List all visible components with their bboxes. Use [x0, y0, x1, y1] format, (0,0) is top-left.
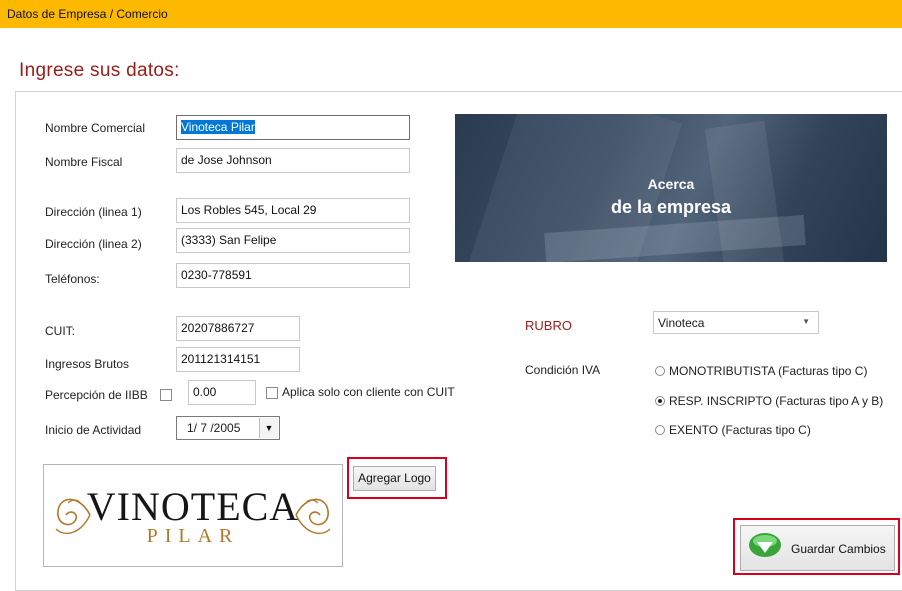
iva-option-exento[interactable]: EXENTO (Facturas tipo C): [655, 423, 811, 437]
cuit-label: CUIT:: [45, 324, 75, 338]
guardar-cambios-label: Guardar Cambios: [791, 542, 886, 556]
iva-option-label: EXENTO (Facturas tipo C): [669, 423, 811, 437]
banner-line1: Acerca: [647, 176, 695, 192]
percepcion-input[interactable]: 0.00: [188, 380, 256, 405]
percepcion-checkbox[interactable]: [160, 389, 172, 401]
ingresos-brutos-input[interactable]: 201121314151: [176, 347, 300, 372]
chevron-down-icon[interactable]: ▼: [259, 418, 278, 438]
percepcion-label: Percepción de IIBB: [45, 388, 148, 402]
condicion-iva-label: Condición IVA: [525, 363, 601, 377]
direccion2-input[interactable]: (3333) San Felipe: [176, 228, 410, 253]
page-heading: Ingrese sus datos:: [19, 60, 180, 81]
inicio-actividad-value: 1/ 7 /2005: [187, 421, 241, 435]
nombre-comercial-value: Vinoteca Pilar: [181, 120, 255, 134]
radio-icon: [655, 425, 665, 435]
logo-preview: VINOTECA PILAR: [43, 464, 343, 567]
ingresos-brutos-label: Ingresos Brutos: [45, 357, 130, 371]
iva-option-label: RESP. INSCRIPTO (Facturas tipo A y B): [669, 394, 884, 408]
iva-option-resp-inscripto[interactable]: RESP. INSCRIPTO (Facturas tipo A y B): [655, 394, 883, 408]
direccion1-input[interactable]: Los Robles 545, Local 29: [176, 198, 410, 223]
banner-line2: de la empresa: [610, 197, 732, 217]
direccion1-label: Dirección (linea 1): [45, 205, 142, 219]
telefonos-label: Teléfonos:: [45, 272, 100, 286]
window-title-bar: Datos de Empresa / Comercio: [0, 0, 902, 28]
guardar-cambios-button[interactable]: Guardar Cambios: [740, 525, 895, 571]
nombre-comercial-input[interactable]: Vinoteca Pilar: [176, 115, 410, 140]
iva-option-monotributista[interactable]: MONOTRIBUTISTA (Facturas tipo C): [655, 364, 867, 378]
aplica-cuit-label: Aplica solo con cliente con CUIT: [282, 385, 455, 399]
about-company-banner[interactable]: Acerca de la empresa: [455, 114, 887, 262]
ornament-icon: [295, 498, 331, 535]
rubro-label: RUBRO: [525, 318, 572, 333]
radio-selected-icon: [655, 396, 665, 406]
direccion2-label: Dirección (linea 2): [45, 237, 142, 251]
chevron-down-icon: ▼: [802, 317, 810, 326]
telefonos-input[interactable]: 0230-778591: [176, 263, 410, 288]
cuit-input[interactable]: 20207886727: [176, 316, 300, 341]
nombre-fiscal-label: Nombre Fiscal: [45, 155, 123, 169]
aplica-cuit-checkbox[interactable]: [266, 387, 278, 399]
nombre-fiscal-input[interactable]: de Jose Johnson: [176, 148, 410, 173]
rubro-select[interactable]: Vinoteca ▼: [653, 311, 819, 334]
window-title: Datos de Empresa / Comercio: [7, 7, 168, 21]
radio-icon: [655, 366, 665, 376]
iva-option-label: MONOTRIBUTISTA (Facturas tipo C): [669, 364, 868, 378]
rubro-value: Vinoteca: [658, 316, 705, 330]
agregar-logo-button[interactable]: Agregar Logo: [353, 466, 436, 491]
save-icon: [749, 533, 781, 557]
inicio-actividad-datepicker[interactable]: 1/ 7 /2005 ▼: [176, 416, 280, 440]
inicio-actividad-label: Inicio de Actividad: [45, 423, 142, 437]
nombre-comercial-label: Nombre Comercial: [45, 121, 146, 135]
